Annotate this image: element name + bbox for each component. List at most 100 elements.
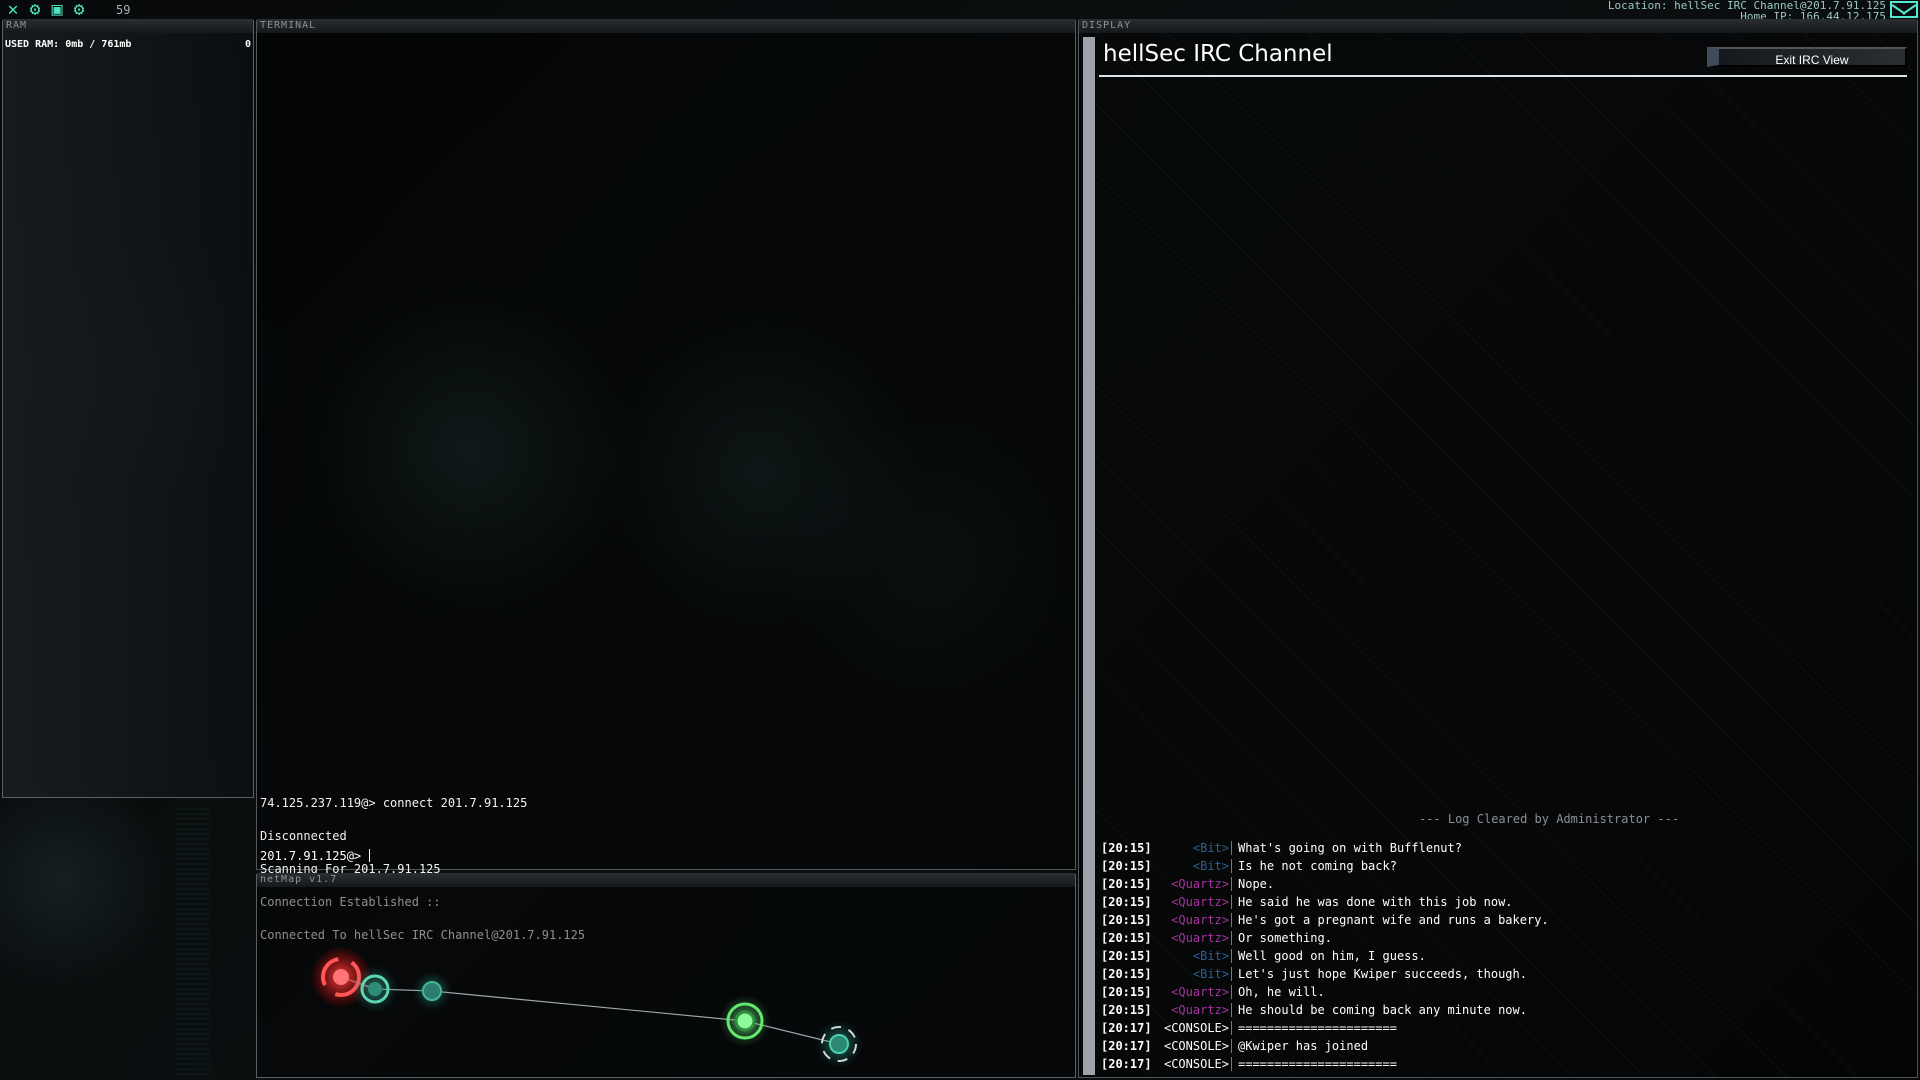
message-separator <box>1231 913 1232 927</box>
chat-text: Oh, he will. <box>1238 985 1325 999</box>
terminal-prompt: 201.7.91.125@> <box>260 849 362 863</box>
ram-process-count: 0 <box>244 39 251 50</box>
message-separator <box>1231 841 1232 855</box>
chat-user: <Bit> <box>1192 967 1229 981</box>
display-panel-label: DISPLAY <box>1079 19 1917 33</box>
network-link <box>431 990 746 1022</box>
ram-panel: RAM USED RAM: 0mb / 761mb 0 <box>2 19 254 798</box>
chat-time: [20:15] <box>1101 985 1152 999</box>
chat-text: He's got a pregnant wife and runs a bake… <box>1238 913 1549 927</box>
irc-channel-title: hellSec IRC Channel <box>1103 41 1333 67</box>
chat-text: ====================== <box>1238 1057 1397 1071</box>
message-separator <box>1231 931 1232 945</box>
log-cleared-notice: --- Log Cleared by Administrator --- <box>1418 812 1680 826</box>
chat-user: <Bit> <box>1192 841 1229 855</box>
chat-text: He should be coming back any minute now. <box>1238 1003 1527 1017</box>
chat-text: Let's just hope Kwiper succeeds, though. <box>1238 967 1527 981</box>
close-icon[interactable]: ✕ <box>4 1 22 19</box>
chat-user: <CONSOLE> <box>1163 1021 1229 1035</box>
connected-node[interactable] <box>734 1010 756 1032</box>
chat-time: [20:15] <box>1101 841 1152 855</box>
chat-time: [20:15] <box>1101 1003 1152 1017</box>
chat-user: <Quartz> <box>1171 877 1229 891</box>
display-panel: DISPLAY hellSec IRC Channel Exit IRC Vie… <box>1078 19 1918 1078</box>
node-2[interactable] <box>368 982 382 996</box>
chat-time: [20:15] <box>1101 931 1152 945</box>
chat-message: [20:17] <CONSOLE> ====================== <box>1101 1055 1891 1073</box>
chat-message: [20:15] <Quartz> He should be coming bac… <box>1101 1001 1891 1019</box>
chat-user: <Quartz> <box>1171 1003 1229 1017</box>
message-separator <box>1231 949 1232 963</box>
display-scroll-rail[interactable] <box>1083 37 1095 1075</box>
chat-message: [20:15] <Bit> What's going on with Buffl… <box>1101 839 1891 857</box>
chat-text: ====================== <box>1238 1021 1397 1035</box>
chat-user: <Quartz> <box>1171 895 1229 909</box>
chat-time: [20:17] <box>1101 1021 1152 1035</box>
chat-message: [20:15] <Quartz> Nope. <box>1101 875 1891 893</box>
home-node[interactable] <box>333 969 349 985</box>
ram-usage: USED RAM: 0mb / 761mb 0 <box>5 39 251 50</box>
message-separator <box>1231 859 1232 873</box>
chat-time: [20:15] <box>1101 913 1152 927</box>
ram-used-label: USED RAM: 0mb / 761mb <box>5 39 132 50</box>
message-separator <box>1231 1039 1232 1053</box>
terminal-line: Disconnected <box>260 829 347 843</box>
terminal-input[interactable]: 201.7.91.125@> <box>260 849 371 863</box>
chat-text: Nope. <box>1238 877 1275 891</box>
chat-text: He said he was done with this job now. <box>1238 895 1513 909</box>
node-3[interactable] <box>422 981 442 1001</box>
chat-text: What's going on with Bufflenut? <box>1238 841 1462 855</box>
chat-message: [20:15] <Quartz> He's got a pregnant wif… <box>1101 911 1891 929</box>
chat-text: Is he not coming back? <box>1238 859 1397 873</box>
message-separator <box>1231 967 1232 981</box>
title-divider <box>1099 75 1907 77</box>
chat-user: <Quartz> <box>1171 985 1229 999</box>
chat-message: [20:15] <Quartz> Oh, he will. <box>1101 983 1891 1001</box>
netmap-panel[interactable]: netMap v1.7 <box>256 873 1076 1078</box>
chat-message: [20:15] <Bit> Let's just hope Kwiper suc… <box>1101 965 1891 983</box>
chat-message: [20:17] <CONSOLE> ====================== <box>1101 1019 1891 1037</box>
message-separator <box>1231 1021 1232 1035</box>
terminal-panel[interactable]: TERMINAL 74.125.237.119@> connect 201.7.… <box>256 19 1076 941</box>
toolbar-icons: ✕ ⚙ ▣ ⚙ <box>0 1 88 19</box>
chat-message: [20:15] <Quartz> He said he was done wit… <box>1101 893 1891 911</box>
network-map[interactable] <box>257 875 1075 1077</box>
save-icon[interactable]: ▣ <box>48 1 66 19</box>
chat-message: [20:15] <Bit> Is he not coming back? <box>1101 857 1891 875</box>
chat-time: [20:15] <box>1101 895 1152 909</box>
message-separator <box>1231 895 1232 909</box>
message-separator <box>1231 877 1232 891</box>
message-separator <box>1231 1057 1232 1071</box>
irc-chat-log: [20:15] <Bit> What's going on with Buffl… <box>1101 839 1891 1073</box>
text-cursor <box>369 849 371 862</box>
top-toolbar: ✕ ⚙ ▣ ⚙ 59 Location: hellSec IRC Channel… <box>0 0 1920 22</box>
chat-text: @Kwiper has joined <box>1238 1039 1369 1053</box>
fps-counter: 59 <box>116 3 131 17</box>
chat-message: [20:15] <Bit> Well good on him, I guess. <box>1101 947 1891 965</box>
chat-user: <Bit> <box>1192 859 1229 873</box>
message-separator <box>1231 1003 1232 1017</box>
node-5[interactable] <box>829 1034 849 1054</box>
chat-message: [20:17] <CONSOLE> @Kwiper has joined <box>1101 1037 1891 1055</box>
chat-message: [20:15] <Quartz> Or something. <box>1101 929 1891 947</box>
chat-user: <Quartz> <box>1171 931 1229 945</box>
chat-time: [20:15] <box>1101 967 1152 981</box>
chat-user: <CONSOLE> <box>1163 1057 1229 1071</box>
chat-time: [20:15] <box>1101 859 1152 873</box>
chat-user: <Bit> <box>1192 949 1229 963</box>
settings-icon[interactable]: ⚙ <box>70 1 88 19</box>
chat-time: [20:17] <box>1101 1039 1152 1053</box>
mail-icon[interactable] <box>1890 1 1918 18</box>
chat-text: Well good on him, I guess. <box>1238 949 1426 963</box>
terminal-line: 74.125.237.119@> connect 201.7.91.125 <box>260 796 528 810</box>
chat-time: [20:15] <box>1101 949 1152 963</box>
side-scanline-decoration <box>175 805 210 1075</box>
chat-user: <CONSOLE> <box>1163 1039 1229 1053</box>
gear-icon[interactable]: ⚙ <box>26 1 44 19</box>
chat-user: <Quartz> <box>1171 913 1229 927</box>
exit-irc-view-button[interactable]: Exit IRC View <box>1707 47 1907 67</box>
message-separator <box>1231 985 1232 999</box>
chat-time: [20:17] <box>1101 1057 1152 1071</box>
chat-time: [20:15] <box>1101 877 1152 891</box>
chat-text: Or something. <box>1238 931 1332 945</box>
